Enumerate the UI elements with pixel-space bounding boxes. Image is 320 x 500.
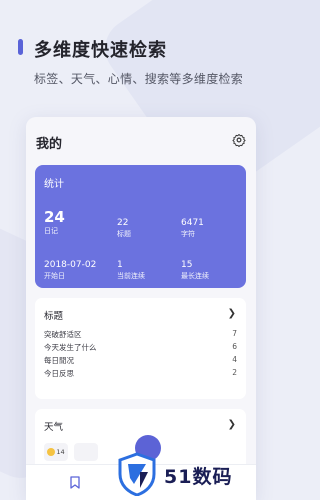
promo-headline: 多维度快速检索 标签、天气、心情、搜索等多维度检索 [18, 36, 243, 87]
weather-item[interactable] [74, 443, 98, 461]
stat-value: 24 [44, 208, 65, 226]
stat-label: 最长连续 [181, 272, 209, 280]
stat-value: 1 [117, 260, 123, 270]
tag-list-item[interactable]: 今天发生了什么 6 [35, 341, 246, 354]
tag-name: 每日閒况 [44, 356, 74, 365]
stat-label: 字符 [181, 230, 195, 238]
tag-list-item[interactable]: 突破舒适区 7 [35, 328, 246, 341]
stat-label: 标题 [117, 230, 131, 238]
app-screen: 我的 统计 24 日记 22 标题 6471 字符 2018-07-02 开始日… [26, 117, 256, 500]
tag-name: 今日反思 [44, 369, 74, 378]
stat-diaries: 24 日记 [44, 209, 65, 236]
tag-count: 2 [232, 368, 237, 377]
stat-titles: 22 标题 [117, 218, 131, 239]
weather-card-title: 天气 [44, 422, 64, 433]
stat-characters: 6471 字符 [181, 218, 204, 239]
stat-longest-streak: 15 最长连续 [181, 260, 209, 281]
chevron-right-icon[interactable]: ❯ [228, 419, 236, 430]
weather-card-header[interactable]: 天气 ❯ [35, 409, 246, 439]
promo-subtitle: 标签、天气、心情、搜索等多维度检索 [34, 72, 244, 86]
statistics-title: 统计 [44, 179, 64, 190]
stat-value: 15 [181, 260, 193, 270]
tags-card-header[interactable]: 标题 ❯ [35, 298, 246, 328]
tag-name: 突破舒适区 [44, 330, 82, 339]
page-title: 我的 [36, 137, 63, 152]
stat-label: 日记 [44, 227, 58, 235]
tag-count: 7 [232, 329, 237, 338]
watermark-text: 51数码 [164, 466, 233, 488]
gear-icon[interactable] [232, 133, 246, 147]
sun-icon [47, 448, 56, 456]
tag-list-item[interactable]: 每日閒况 4 [35, 354, 246, 367]
weather-item[interactable]: 14 [44, 443, 68, 461]
stat-value: 2018-07-02 [44, 260, 97, 270]
weather-list: 14 [44, 443, 98, 461]
tag-name: 今天发生了什么 [44, 343, 97, 352]
shield-logo-icon [118, 452, 156, 496]
tags-card-title: 标题 [44, 311, 64, 322]
tag-count: 6 [232, 342, 237, 351]
promo-title: 多维度快速检索 [34, 40, 167, 61]
tag-list-item[interactable]: 今日反思 2 [35, 367, 246, 380]
statistics-card[interactable]: 统计 24 日记 22 标题 6471 字符 2018-07-02 开始日 1 … [35, 165, 246, 288]
tags-card: 标题 ❯ 突破舒适区 7 今天发生了什么 6 每日閒况 4 今日反思 2 [35, 298, 246, 399]
tag-count: 4 [232, 355, 237, 364]
weather-count: 14 [56, 448, 65, 456]
stat-current-streak: 1 当前连续 [117, 260, 145, 281]
stat-start-date: 2018-07-02 开始日 [44, 260, 96, 281]
accent-bar [18, 39, 23, 55]
stat-value: 6471 [181, 218, 204, 228]
chevron-right-icon[interactable]: ❯ [228, 308, 236, 319]
stat-label: 开始日 [44, 272, 65, 280]
bookmark-icon[interactable] [70, 476, 80, 489]
stat-label: 当前连续 [117, 272, 145, 280]
stat-value: 22 [117, 218, 129, 228]
watermark: 51数码 [116, 452, 276, 498]
app-header: 我的 [26, 117, 256, 163]
